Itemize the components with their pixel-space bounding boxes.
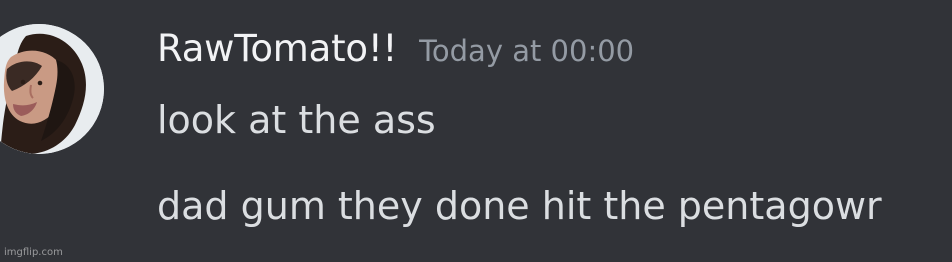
discord-message-screenshot: RawTomato!! Today at 00:00 look at the a… (0, 0, 952, 262)
timestamp: Today at 00:00 (419, 34, 635, 68)
message-text-line: look at the ass (157, 98, 436, 142)
username[interactable]: RawTomato!! (157, 30, 397, 67)
watermark: imgflip.com (4, 247, 63, 258)
chat-message: RawTomato!! Today at 00:00 look at the a… (0, 0, 952, 262)
avatar-photo-icon (0, 24, 104, 154)
message-text-line: dad gum they done hit the pentagowr (157, 184, 882, 228)
avatar[interactable] (0, 24, 104, 154)
message-header: RawTomato!! Today at 00:00 (157, 30, 634, 67)
